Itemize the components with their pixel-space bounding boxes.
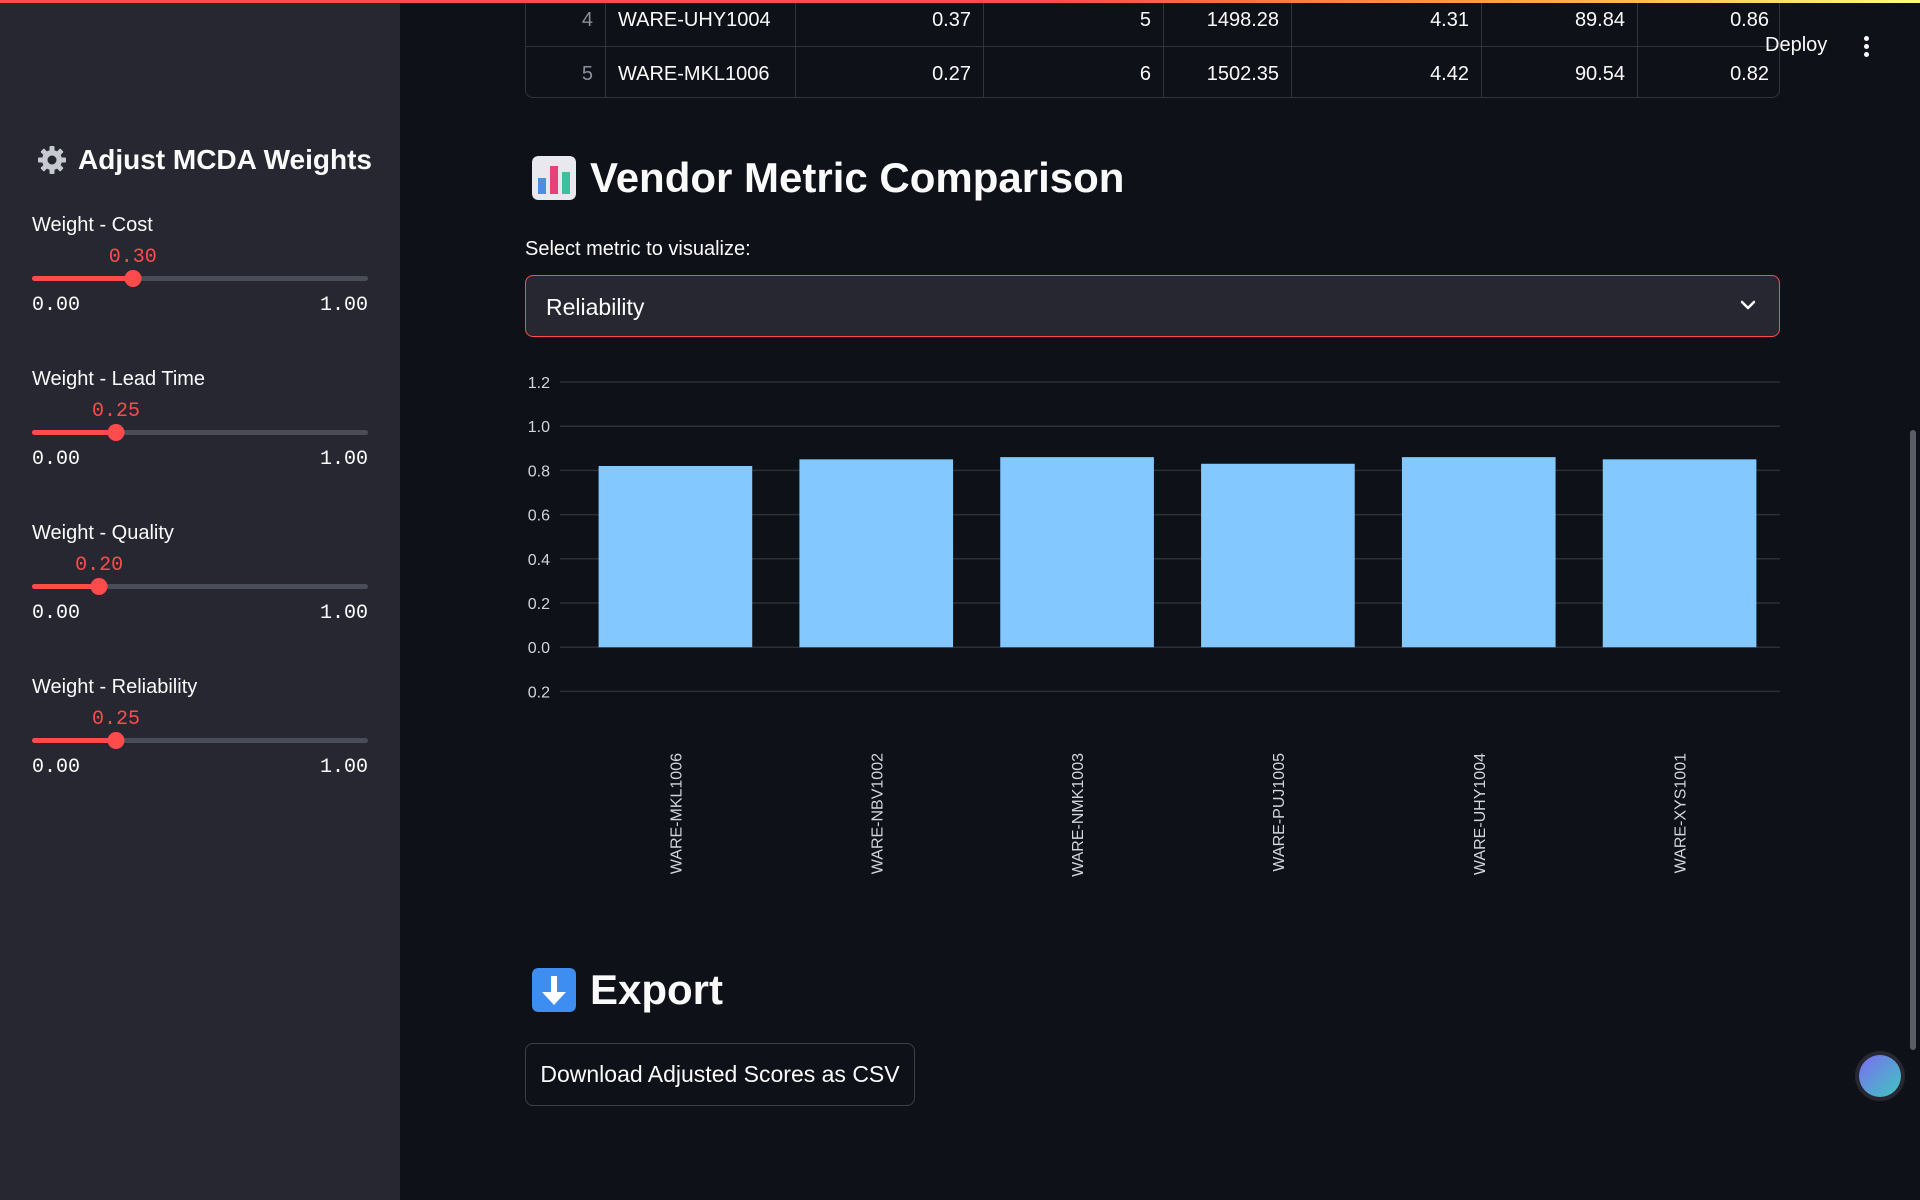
down-arrow-icon (532, 968, 576, 1012)
metric-select[interactable]: Reliability (525, 275, 1780, 337)
slider-fill (32, 584, 100, 589)
chevron-down-icon (1740, 300, 1756, 310)
download-csv-button[interactable]: Download Adjusted Scores as CSV (525, 1043, 915, 1106)
slider-max: 1.00 (319, 448, 368, 471)
x-tick-label: WARE-XYS1001 (1673, 753, 1690, 873)
slider-track[interactable] (32, 732, 368, 749)
comparison-heading: Vendor Metric Comparison (532, 154, 1124, 202)
y-tick-label: 0.6 (528, 508, 550, 525)
x-tick-label: WARE-UHY1004 (1472, 753, 1489, 875)
slider-min: 0.00 (32, 448, 81, 471)
deploy-button[interactable]: Deploy (1765, 34, 1827, 57)
chart-bar (1401, 457, 1556, 648)
chart-bar (799, 459, 954, 648)
slider-label: Weight - Reliability (32, 676, 198, 698)
y-tick-label: 0.2 (528, 684, 550, 701)
slider-label: Weight - Lead Time (32, 368, 206, 390)
x-tick-label: WARE-PUJ1005 (1271, 753, 1288, 872)
y-tick-label: 1.0 (528, 419, 550, 436)
slider-label: Weight - Cost (32, 214, 153, 236)
slider-lead-time[interactable]: Weight - Lead Time 0.25 0.00 1.00 (32, 368, 368, 471)
sidebar: Adjust MCDA Weights Weight - Cost 0.30 0… (0, 0, 400, 1200)
slider-thumb[interactable] (107, 732, 125, 749)
table-cell: 0.86 (1730, 9, 1769, 31)
table-cell: 1498.28 (1164, 0, 1292, 47)
slider-min: 0.00 (32, 602, 81, 625)
y-tick-label: 0.4 (528, 552, 550, 569)
slider-fill (32, 738, 116, 743)
slider-max: 1.00 (319, 294, 368, 317)
slider-thumb[interactable] (124, 270, 142, 287)
slider-max: 1.00 (319, 756, 368, 779)
slider-reliability[interactable]: Weight - Reliability 0.25 0.00 1.00 (32, 676, 368, 779)
table-cell: 0.37 (796, 0, 984, 47)
chart-bar (1201, 463, 1355, 648)
y-tick-label: 1.2 (528, 375, 550, 392)
slider-min: 0.00 (32, 294, 81, 317)
main-scrollbar[interactable] (1910, 430, 1916, 1050)
slider-label: Weight - Quality (32, 522, 174, 544)
chart-bar (598, 465, 753, 648)
table-cell: 0.82 (1730, 63, 1769, 85)
table-cell: 1502.35 (1164, 47, 1292, 97)
main-menu-icon[interactable] (1864, 36, 1870, 58)
metric-select-value: Reliability (546, 294, 645, 320)
export-heading: Export (532, 966, 723, 1014)
comparison-title: Vendor Metric Comparison (590, 154, 1125, 201)
assistant-icon (1859, 1055, 1901, 1097)
slider-track[interactable] (32, 578, 368, 595)
table-cell: 5 (984, 0, 1164, 47)
vendor-score-table[interactable]: 4 WARE-UHY1004 0.37 5 1498.28 4.31 89.84… (525, 0, 1780, 98)
chart-bar (1602, 459, 1757, 648)
slider-max: 1.00 (319, 602, 368, 625)
table-cell: 4.42 (1292, 47, 1482, 97)
y-tick-label: 0.2 (528, 596, 550, 613)
slider-fill (32, 276, 133, 281)
y-tick-label: 0.8 (528, 463, 550, 480)
sidebar-title: Adjust MCDA Weights (78, 144, 372, 175)
table-cell: WARE-MKL1006 (606, 47, 796, 97)
slider-fill (32, 430, 116, 435)
x-tick-label: WARE-NBV1002 (869, 753, 886, 874)
table-cell-index: 4 (526, 0, 606, 47)
slider-thumb[interactable] (107, 424, 125, 441)
slider-track[interactable] (32, 424, 368, 441)
metric-select-label: Select metric to visualize: (525, 238, 751, 260)
table-row[interactable]: 4 WARE-UHY1004 0.37 5 1498.28 4.31 89.84… (526, 0, 1779, 47)
slider-min: 0.00 (32, 756, 81, 779)
sidebar-header: Adjust MCDA Weights (36, 144, 372, 176)
slider-value: 0.25 (91, 708, 141, 731)
table-row[interactable]: 5 WARE-MKL1006 0.27 6 1502.35 4.42 90.54… (526, 47, 1779, 97)
x-tick-label: WARE-NMK1003 (1070, 753, 1087, 877)
metric-bar-chart: 1.2 1.0 0.8 0.6 0.4 0.2 0.0 0.2 WARE-MKL1006 WARE… (528, 375, 1780, 877)
export-title: Export (590, 966, 724, 1013)
slider-thumb[interactable] (90, 578, 108, 595)
x-tick-label: WARE-MKL1006 (668, 753, 685, 874)
slider-value: 0.30 (108, 246, 157, 269)
table-cell: 89.84 (1482, 0, 1638, 47)
table-cell-index: 5 (526, 47, 606, 97)
slider-quality[interactable]: Weight - Quality 0.20 0.00 1.00 (32, 522, 368, 625)
slider-value: 0.20 (75, 554, 124, 577)
slider-track[interactable] (32, 270, 368, 287)
table-cell: 0.27 (796, 47, 984, 97)
chart-bar (1000, 457, 1154, 648)
table-cell: WARE-UHY1004 (606, 0, 796, 47)
y-tick-label: 0.0 (528, 640, 550, 657)
slider-value: 0.25 (91, 400, 141, 423)
gear-icon (38, 146, 66, 174)
bar-chart-icon (532, 156, 576, 200)
table-cell: 90.54 (1482, 47, 1638, 97)
table-cell: 6 (984, 47, 1164, 97)
assistant-fab[interactable] (1855, 1051, 1905, 1101)
top-decoration-bar (0, 0, 1920, 3)
table-cell: 4.31 (1292, 0, 1482, 47)
slider-cost[interactable]: Weight - Cost 0.30 0.00 1.00 (32, 214, 368, 317)
